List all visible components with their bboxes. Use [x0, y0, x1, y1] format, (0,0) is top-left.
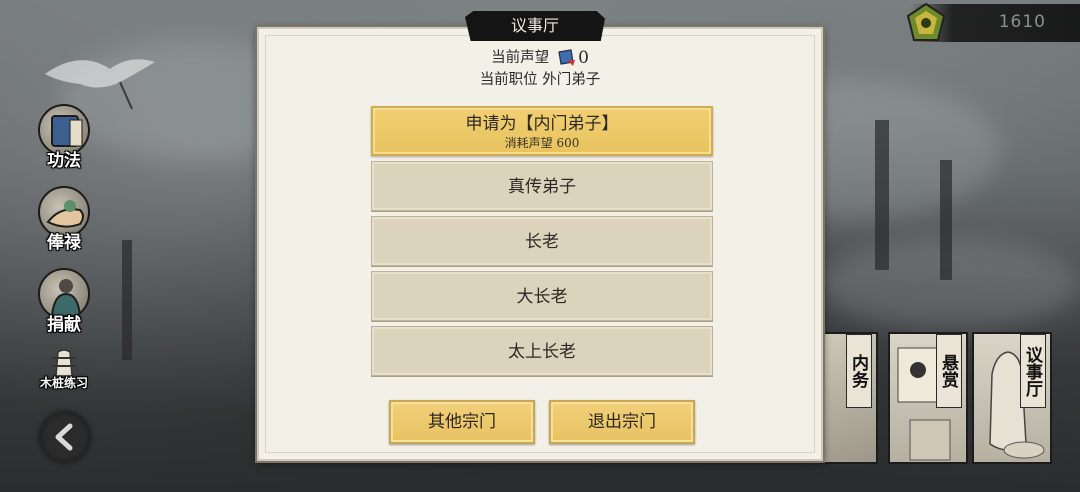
reputation-value: 0 — [578, 48, 589, 68]
side-menu-gongfa[interactable]: 功法 — [34, 104, 94, 171]
rank-label: 长老 — [525, 232, 559, 252]
reputation-flag-icon — [558, 49, 576, 66]
card-label: 议事厅 — [1020, 334, 1046, 408]
card-label: 内务 — [846, 334, 872, 408]
council-hall-dialog: 议事厅 当前声望 0 当前职位 外门弟子 申请为【内门弟子】 消耗声望 600 … — [257, 11, 823, 461]
card-xuanshang[interactable]: 悬赏 — [888, 332, 968, 464]
position-value: 外门弟子 — [542, 72, 601, 88]
card-label: 悬赏 — [936, 334, 962, 408]
rank-label: 申请为【内门弟子】 — [465, 114, 619, 134]
reputation-row: 当前声望 0 — [259, 47, 821, 69]
side-menu-label: 捐献 — [47, 315, 81, 335]
side-menu-muzhuang[interactable]: 木桩练习 — [34, 346, 94, 391]
currency-amount: 1610 — [998, 12, 1046, 32]
reputation-label: 当前声望 — [491, 50, 550, 66]
currency-display: 1610 — [906, 2, 1080, 42]
apply-inner-disciple-button[interactable]: 申请为【内门弟子】 消耗声望 600 — [371, 106, 713, 156]
back-button[interactable] — [40, 412, 90, 462]
card-neiwu[interactable]: 内务 — [820, 332, 878, 464]
side-menu-label: 俸禄 — [47, 233, 81, 253]
position-label: 当前职位 — [479, 72, 538, 88]
rank-label: 真传弟子 — [508, 177, 576, 197]
other-sects-button[interactable]: 其他宗门 — [389, 400, 535, 444]
currency-gem-icon — [906, 2, 946, 41]
side-menu-label: 功法 — [47, 151, 81, 171]
rank-label: 太上长老 — [508, 342, 576, 362]
rank-label: 大长老 — [516, 287, 568, 307]
leave-sect-button[interactable]: 退出宗门 — [549, 400, 695, 444]
rank-cost: 消耗声望 600 — [504, 136, 580, 150]
position-row: 当前职位 外门弟子 — [259, 69, 821, 91]
card-yishiting[interactable]: 议事厅 — [972, 332, 1052, 464]
rank-button-true-disciple[interactable]: 真传弟子 — [371, 161, 713, 211]
chevron-left-icon — [55, 423, 73, 451]
status-info: 当前声望 0 当前职位 外门弟子 — [259, 47, 821, 91]
dialog-title: 议事厅 — [465, 11, 605, 41]
side-menu-fenglu[interactable]: 俸禄 — [34, 186, 94, 253]
side-menu-juanxian[interactable]: 捐献 — [34, 268, 94, 335]
side-menu-label: 木桩练习 — [39, 376, 88, 390]
rank-button-great-elder[interactable]: 大长老 — [371, 271, 713, 321]
rank-button-elder[interactable]: 长老 — [371, 216, 713, 266]
rank-button-supreme-elder[interactable]: 太上长老 — [371, 326, 713, 376]
